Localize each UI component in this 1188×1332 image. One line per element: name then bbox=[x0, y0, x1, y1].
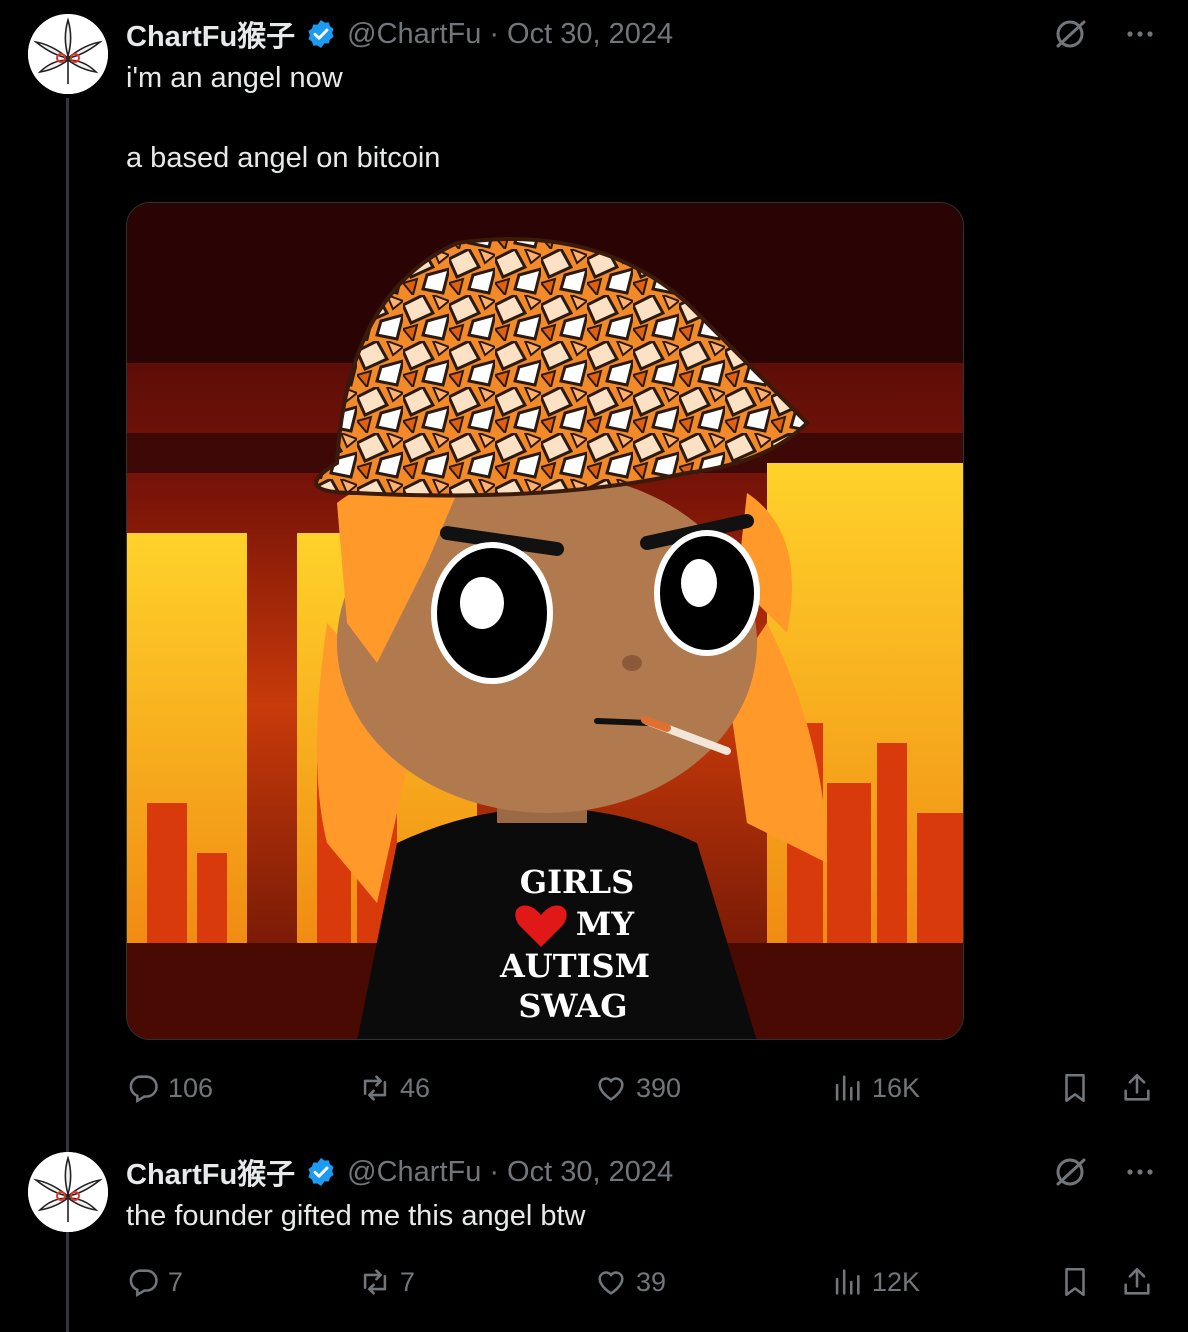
verified-badge-icon bbox=[308, 1158, 334, 1186]
tweet-header: ChartFu猴子 @ChartFu · Oct 30, 2024 bbox=[126, 14, 1158, 54]
bookmark-icon bbox=[1065, 1267, 1085, 1297]
tweet-date[interactable]: Oct 30, 2024 bbox=[507, 1156, 673, 1189]
share-button[interactable] bbox=[1120, 1066, 1162, 1110]
grok-icon[interactable] bbox=[1052, 16, 1088, 52]
tweet-header: ChartFu猴子 @ChartFu · Oct 30, 2024 bbox=[126, 1152, 1158, 1192]
avatar[interactable] bbox=[28, 1152, 108, 1232]
like-count: 39 bbox=[636, 1266, 667, 1297]
like-button[interactable]: 39 bbox=[594, 1260, 666, 1304]
reply-button[interactable]: 106 bbox=[126, 1066, 213, 1110]
share-icon bbox=[1124, 1267, 1150, 1295]
repost-icon bbox=[363, 1269, 387, 1295]
like-icon bbox=[598, 1271, 624, 1295]
thread-connector-line bbox=[66, 98, 69, 1332]
views-icon bbox=[835, 1075, 860, 1101]
like-count: 390 bbox=[636, 1072, 682, 1103]
views-icon bbox=[835, 1269, 860, 1295]
grok-icon[interactable] bbox=[1052, 1154, 1088, 1190]
cannabis-leaf-avatar-icon bbox=[28, 14, 108, 94]
separator-dot: · bbox=[489, 17, 500, 50]
author-handle[interactable]: @ChartFu bbox=[347, 18, 481, 51]
tweet-actions: 7 7 39 12K bbox=[126, 1260, 1158, 1304]
more-icon[interactable] bbox=[1122, 1154, 1158, 1190]
share-button[interactable] bbox=[1120, 1260, 1162, 1304]
reply-count: 7 bbox=[168, 1266, 184, 1297]
tweet-media-image[interactable]: GIRLS MY AUTISM SWAG bbox=[126, 202, 964, 1040]
repost-icon bbox=[363, 1075, 387, 1101]
reply-icon bbox=[129, 1075, 158, 1104]
separator-dot: · bbox=[489, 1155, 500, 1188]
bookmark-button[interactable] bbox=[1058, 1260, 1100, 1304]
shirt-text-girls: GIRLS bbox=[520, 863, 635, 901]
bookmark-icon bbox=[1065, 1073, 1085, 1103]
tweet-date[interactable]: Oct 30, 2024 bbox=[507, 18, 673, 51]
author-handle[interactable]: @ChartFu bbox=[347, 1156, 481, 1189]
shirt-text-autism: AUTISM bbox=[499, 947, 650, 985]
tweet-text-line-1: i'm an angel now bbox=[126, 62, 343, 94]
repost-count: 7 bbox=[400, 1266, 416, 1297]
share-icon bbox=[1124, 1073, 1150, 1101]
repost-button[interactable]: 46 bbox=[358, 1066, 430, 1110]
more-icon[interactable] bbox=[1122, 16, 1158, 52]
tweet-text-line-2: a based angel on bitcoin bbox=[126, 142, 441, 174]
views-count: 16K bbox=[872, 1072, 921, 1103]
repost-count: 46 bbox=[400, 1072, 431, 1103]
author-name[interactable]: ChartFu猴子 bbox=[126, 1151, 295, 1193]
bookmark-button[interactable] bbox=[1058, 1066, 1100, 1110]
cannabis-leaf-avatar-icon bbox=[28, 1152, 108, 1232]
verified-badge-icon bbox=[308, 20, 334, 48]
reply-button[interactable]: 7 bbox=[126, 1260, 183, 1304]
angel-character-image: GIRLS MY AUTISM SWAG bbox=[127, 203, 963, 1039]
tweet-text-line-1: the founder gifted me this angel btw bbox=[126, 1200, 586, 1232]
author-name[interactable]: ChartFu猴子 bbox=[126, 13, 295, 55]
like-button[interactable]: 390 bbox=[594, 1066, 681, 1110]
views-button[interactable]: 12K bbox=[830, 1260, 920, 1304]
views-count: 12K bbox=[872, 1266, 921, 1297]
reply-icon bbox=[129, 1269, 158, 1298]
like-icon bbox=[598, 1077, 624, 1101]
views-button[interactable]: 16K bbox=[830, 1066, 920, 1110]
reply-count: 106 bbox=[168, 1072, 214, 1103]
repost-button[interactable]: 7 bbox=[358, 1260, 415, 1304]
avatar[interactable] bbox=[28, 14, 108, 94]
shirt-text-my: MY bbox=[576, 905, 635, 943]
tweet-actions: 106 46 390 16K bbox=[126, 1066, 1158, 1110]
shirt-text-swag: SWAG bbox=[518, 987, 627, 1025]
